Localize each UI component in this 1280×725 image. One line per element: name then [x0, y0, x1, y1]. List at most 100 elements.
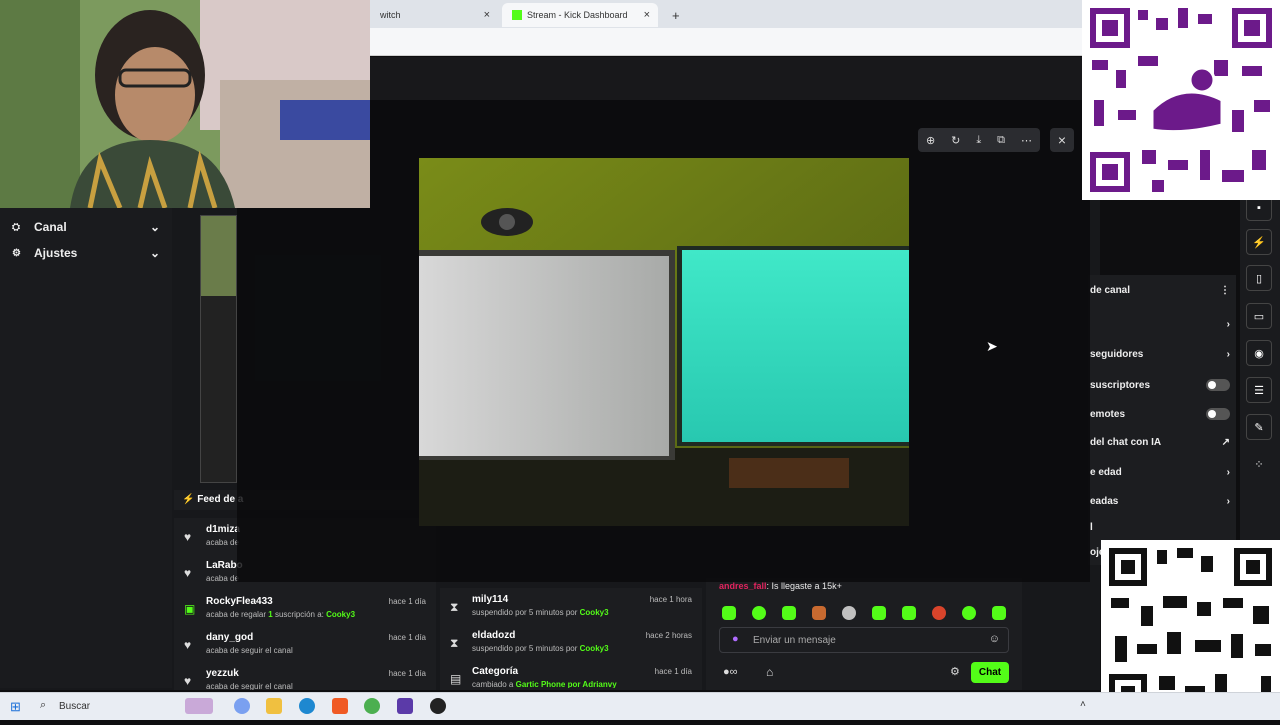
points-infinity-icon[interactable]: ●∞ [723, 666, 738, 678]
settings-row-subscribers[interactable]: suscriptores [1090, 379, 1230, 391]
search-icon[interactable]: ⌕ [40, 699, 46, 712]
emote-icon[interactable] [932, 606, 946, 620]
feed-username[interactable]: dany_god [206, 632, 253, 643]
microphone-icon[interactable]: ● [732, 633, 739, 645]
emoji-icon[interactable]: ☺ [989, 633, 1000, 645]
chevron-up-icon[interactable]: ˄ [1080, 699, 1086, 710]
settings-row-label: l [1090, 522, 1093, 533]
browser-tab-kick-dashboard[interactable]: Stream - Kick Dashboard × [502, 3, 658, 27]
obs-icon[interactable] [397, 698, 413, 714]
feed-username[interactable]: yezzuk [206, 668, 239, 679]
chat-bubble-icon[interactable]: ▭ [1246, 303, 1272, 329]
feed-target-user[interactable]: Cooky3 [580, 644, 609, 653]
settings-row-followers[interactable]: seguidores › [1090, 349, 1230, 360]
document-icon[interactable]: ▯ [1246, 265, 1272, 291]
feed-event-prefix: suspendido por 5 minutos por [472, 608, 578, 617]
settings-row-age[interactable]: e edad › [1090, 467, 1230, 478]
feed-event-prefix: suspendido por 5 minutos por [472, 644, 578, 653]
settings-row-label: e edad [1090, 467, 1122, 478]
list-item[interactable]: ▤ Categoría hace 1 día cambiado a Gartic… [440, 666, 702, 688]
feed-event-text: suspendido por 5 minutos por Cooky3 [472, 608, 609, 617]
list-item[interactable]: ⧗ mily114 hace 1 hora suspendido por 5 m… [440, 594, 702, 630]
heart-icon: ♥ [184, 638, 192, 652]
qr-code-image [1082, 0, 1280, 200]
settings-row-label: eadas [1090, 496, 1119, 507]
zoom-icon[interactable]: ⊕ [926, 134, 935, 147]
heart-icon: ♥ [184, 530, 192, 544]
browser-tab-twitch[interactable]: witch × [370, 3, 498, 27]
preview-image [201, 216, 236, 296]
chevron-right-icon: › [1226, 349, 1230, 360]
list-item[interactable]: ♥ dany_god hace 1 día acaba de seguir el… [174, 632, 436, 668]
broadcast-icon[interactable]: ◉ [1246, 340, 1272, 366]
settings-row-emotes[interactable]: emotes [1090, 408, 1230, 420]
file-explorer-icon[interactable] [266, 698, 282, 714]
feed-username: Categoría [472, 666, 519, 677]
feed-timestamp: hace 1 día [388, 669, 426, 678]
sidebar-item-ajustes[interactable]: ⚙ Ajustes ⌄ [12, 246, 160, 260]
feed-event-prefix: cambiado a [472, 680, 514, 688]
feed-target-user[interactable]: Cooky3 [580, 608, 609, 617]
copilot-icon[interactable] [234, 698, 250, 714]
windows-start-icon[interactable]: ⊞ [10, 699, 21, 715]
more-vertical-icon[interactable]: ⋮ [1220, 285, 1230, 296]
edge-icon[interactable] [299, 698, 315, 714]
feed-target-category[interactable]: Gartic Phone por Adrianvy [516, 680, 617, 688]
viewer-image [419, 158, 909, 526]
wrench-icon[interactable]: ✎ [1246, 414, 1272, 440]
emote-icon[interactable] [722, 606, 736, 620]
settings-row-blocked[interactable]: eadas › [1090, 496, 1230, 507]
list-item[interactable]: ▣ RockyFlea433 hace 1 día acaba de regal… [174, 596, 436, 632]
close-tab-icon[interactable]: × [644, 9, 650, 21]
settings-row[interactable]: l [1090, 522, 1230, 533]
close-icon[interactable]: × [1050, 128, 1074, 152]
emote-icon[interactable] [752, 606, 766, 620]
bolt-icon[interactable]: ⚡ [1246, 229, 1272, 255]
chat-send-button[interactable]: Chat [971, 662, 1009, 683]
download-icon[interactable]: ⤓ [976, 134, 981, 147]
feed-event-prefix: acaba de regalar [206, 610, 267, 619]
list-item[interactable]: ♥ yezzuk hace 1 día acaba de seguir el c… [174, 668, 436, 690]
emote-icon[interactable] [782, 606, 796, 620]
feed-username[interactable]: eldadozd [472, 630, 515, 641]
emote-icon[interactable] [902, 606, 916, 620]
chat-username[interactable]: andres_fall [719, 581, 767, 591]
feed-username[interactable]: mily114 [472, 594, 508, 605]
stream-preview-thumbnail[interactable] [200, 215, 237, 483]
emote-icon[interactable] [962, 606, 976, 620]
taskbar-search-label[interactable]: Buscar [59, 701, 90, 712]
address-bar[interactable] [370, 28, 1082, 56]
close-tab-icon[interactable]: × [484, 9, 490, 21]
settings-row-label: emotes [1090, 408, 1126, 420]
left-sidebar: ⛭ Canal ⌄ ⚙ Ajustes ⌄ [0, 208, 172, 688]
app-icon[interactable] [430, 698, 446, 714]
more-icon[interactable]: ⋯ [1021, 134, 1032, 147]
subscribers-toggle[interactable] [1206, 379, 1230, 391]
list-item[interactable]: ⧗ eldadozd hace 2 horas suspendido por 5… [440, 630, 702, 666]
feed-username[interactable]: d1miza [206, 524, 240, 535]
feed-event-text: acaba de regalar 1 suscripción a: Cooky3 [206, 610, 355, 619]
feed-event-text: acaba de [206, 574, 239, 583]
emote-icon[interactable] [842, 606, 856, 620]
settings-row-ai-chat[interactable]: del chat con IA ↗ [1090, 437, 1230, 448]
feed-target-user[interactable]: Cooky3 [326, 610, 355, 619]
emote-icon[interactable] [872, 606, 886, 620]
emotes-toggle[interactable] [1206, 408, 1230, 420]
heart-icon: ♥ [184, 674, 192, 688]
layout-icon[interactable]: ☰ [1246, 377, 1272, 403]
sidebar-item-canal[interactable]: ⛭ Canal ⌄ [12, 220, 160, 234]
gear-icon[interactable]: ⚙ [950, 665, 960, 678]
emote-icon[interactable] [992, 606, 1006, 620]
chrome-icon[interactable] [364, 698, 380, 714]
chat-input[interactable]: ● Enviar un mensaje ☺ [719, 627, 1009, 653]
open-external-icon[interactable]: ⧉ [997, 134, 1005, 147]
emote-icon[interactable] [812, 606, 826, 620]
chat-input-placeholder: Enviar un mensaje [753, 635, 836, 646]
feed-username[interactable]: RockyFlea433 [206, 596, 273, 607]
dots-icon[interactable]: ⁘ [1246, 451, 1272, 477]
store-icon[interactable]: ⌂ [766, 665, 773, 679]
settings-row[interactable]: › [1090, 319, 1230, 330]
rotate-icon[interactable]: ↻ [951, 134, 960, 147]
new-tab-button[interactable]: + [662, 3, 690, 27]
brave-icon[interactable] [332, 698, 348, 714]
